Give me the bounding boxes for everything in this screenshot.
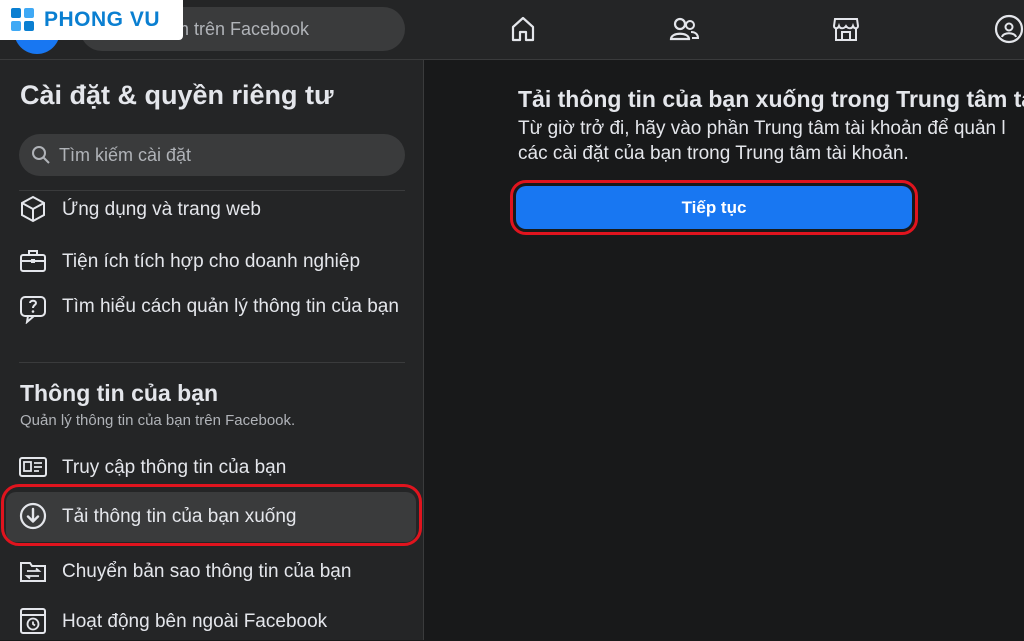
sidebar-item-off-facebook-activity[interactable]: Hoạt động bên ngoài Facebook <box>6 604 416 640</box>
cube-icon <box>18 194 48 224</box>
search-icon <box>32 146 50 164</box>
sidebar-item-apps-websites[interactable]: Ứng dụng và trang web <box>6 192 416 232</box>
settings-search-input[interactable]: Tìm kiếm cài đặt <box>19 134 405 176</box>
settings-sidebar: Cài đặt & quyền riêng tư Tìm kiếm cài đặ… <box>0 60 424 640</box>
sidebar-item-label: Chuyển bản sao thông tin của bạn <box>62 561 352 582</box>
briefcase-icon <box>18 246 48 276</box>
page-description: Từ giờ trở đi, hãy vào phần Trung tâm tà… <box>518 116 1024 166</box>
highlight-annotation-download <box>1 484 422 546</box>
sidebar-item-business-integrations[interactable]: Tiện ích tích hợp cho doanh nghiệp <box>6 244 416 284</box>
page-description-line: Từ giờ trở đi, hãy vào phần Trung tâm tà… <box>518 118 1006 139</box>
section-subtitle: Quản lý thông tin của bạn trên Facebook. <box>20 412 296 429</box>
section-heading: Thông tin của bạn <box>20 380 219 406</box>
sidebar-divider <box>19 362 405 363</box>
question-bubble-icon <box>18 294 48 325</box>
sidebar-item-label: Truy cập thông tin của bạn <box>62 457 287 478</box>
groups-icon[interactable] <box>994 14 1024 44</box>
sidebar-item-label: Tiện ích tích hợp cho doanh nghiệp <box>62 251 361 272</box>
page-title: Tải thông tin của bạn xuống trong Trung … <box>518 86 1024 112</box>
sidebar-item-transfer-copy[interactable]: Chuyển bản sao thông tin của bạn <box>6 554 416 594</box>
home-icon[interactable] <box>508 14 538 44</box>
history-icon <box>18 606 48 636</box>
friends-icon[interactable] <box>669 14 700 44</box>
folder-transfer-icon <box>18 556 48 586</box>
id-card-icon <box>18 452 48 482</box>
sidebar-item-access-info[interactable]: Truy cập thông tin của bạn <box>6 448 416 488</box>
phongvu-wordmark: PHONG VU <box>44 8 161 31</box>
continue-button[interactable]: Tiếp tục <box>516 186 912 229</box>
phongvu-logo-icon <box>11 8 34 31</box>
marketplace-icon[interactable] <box>831 14 861 44</box>
phongvu-watermark: PHONG VU <box>0 0 183 40</box>
sidebar-divider <box>19 190 405 191</box>
page-description-line: các cài đặt của bạn trong Trung tâm tài … <box>518 143 909 164</box>
settings-search-placeholder: Tìm kiếm cài đặt <box>59 145 192 165</box>
sidebar-item-label: Ứng dụng và trang web <box>62 199 261 220</box>
sidebar-item-manage-info-guide[interactable]: Tìm hiểu cách quản lý thông tin của bạn <box>6 292 416 344</box>
sidebar-item-label: Hoạt động bên ngoài Facebook <box>62 611 328 632</box>
sidebar-title: Cài đặt & quyền riêng tư <box>20 80 334 110</box>
sidebar-item-label: Tìm hiểu cách quản lý thông tin của bạn <box>62 296 399 317</box>
